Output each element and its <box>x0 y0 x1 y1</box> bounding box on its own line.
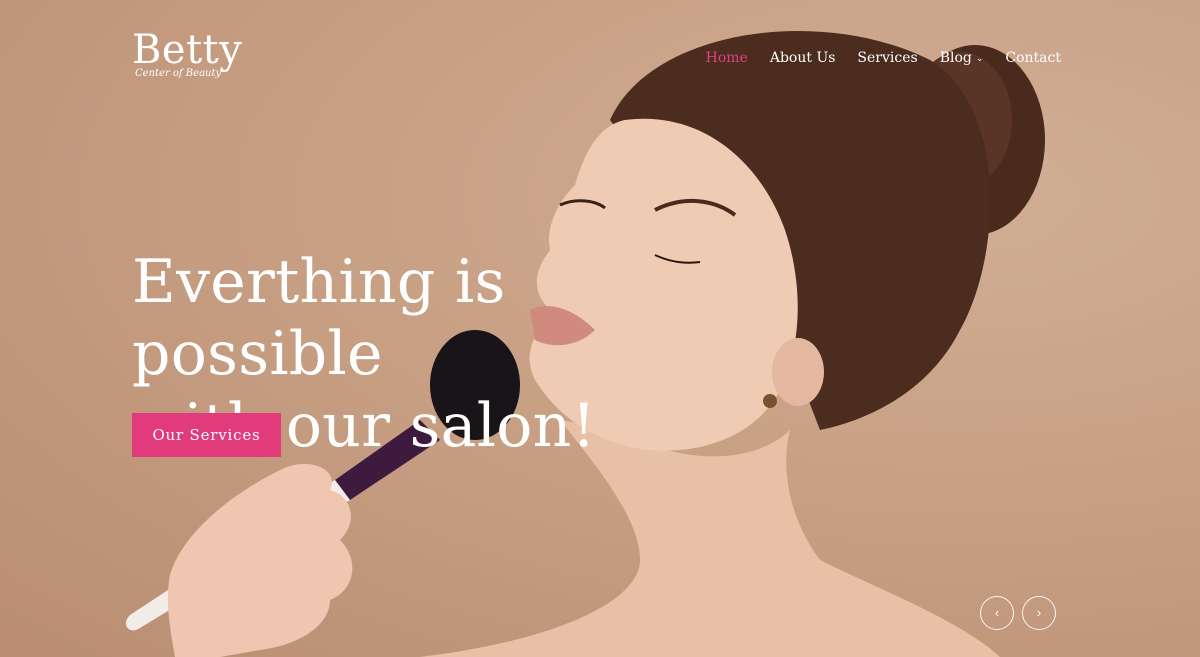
chevron-down-icon: ⌄ <box>975 54 984 64</box>
slider-next-button[interactable]: › <box>1022 596 1056 630</box>
nav-contact[interactable]: Contact <box>1005 48 1061 68</box>
chevron-right-icon: › <box>1036 605 1042 620</box>
nav-services[interactable]: Services <box>857 48 917 68</box>
main-nav: Home About Us Services Blog ⌄ Contact <box>706 48 1061 68</box>
nav-about-us[interactable]: About Us <box>770 48 836 68</box>
nav-blog-label: Blog <box>939 50 972 66</box>
our-services-button[interactable]: Our Services <box>132 413 281 457</box>
nav-home[interactable]: Home <box>706 48 748 68</box>
slider-prev-button[interactable]: ‹ <box>980 596 1014 630</box>
hero-section: Betty Center of Beauty Home About Us Ser… <box>0 0 1200 657</box>
nav-blog[interactable]: Blog ⌄ <box>940 48 984 68</box>
chevron-left-icon: ‹ <box>994 605 1000 620</box>
brand-logo[interactable]: Betty Center of Beauty <box>132 28 242 79</box>
hero-headline-line1: Everthing is possible <box>132 247 506 389</box>
brand-name: Betty <box>132 27 243 73</box>
